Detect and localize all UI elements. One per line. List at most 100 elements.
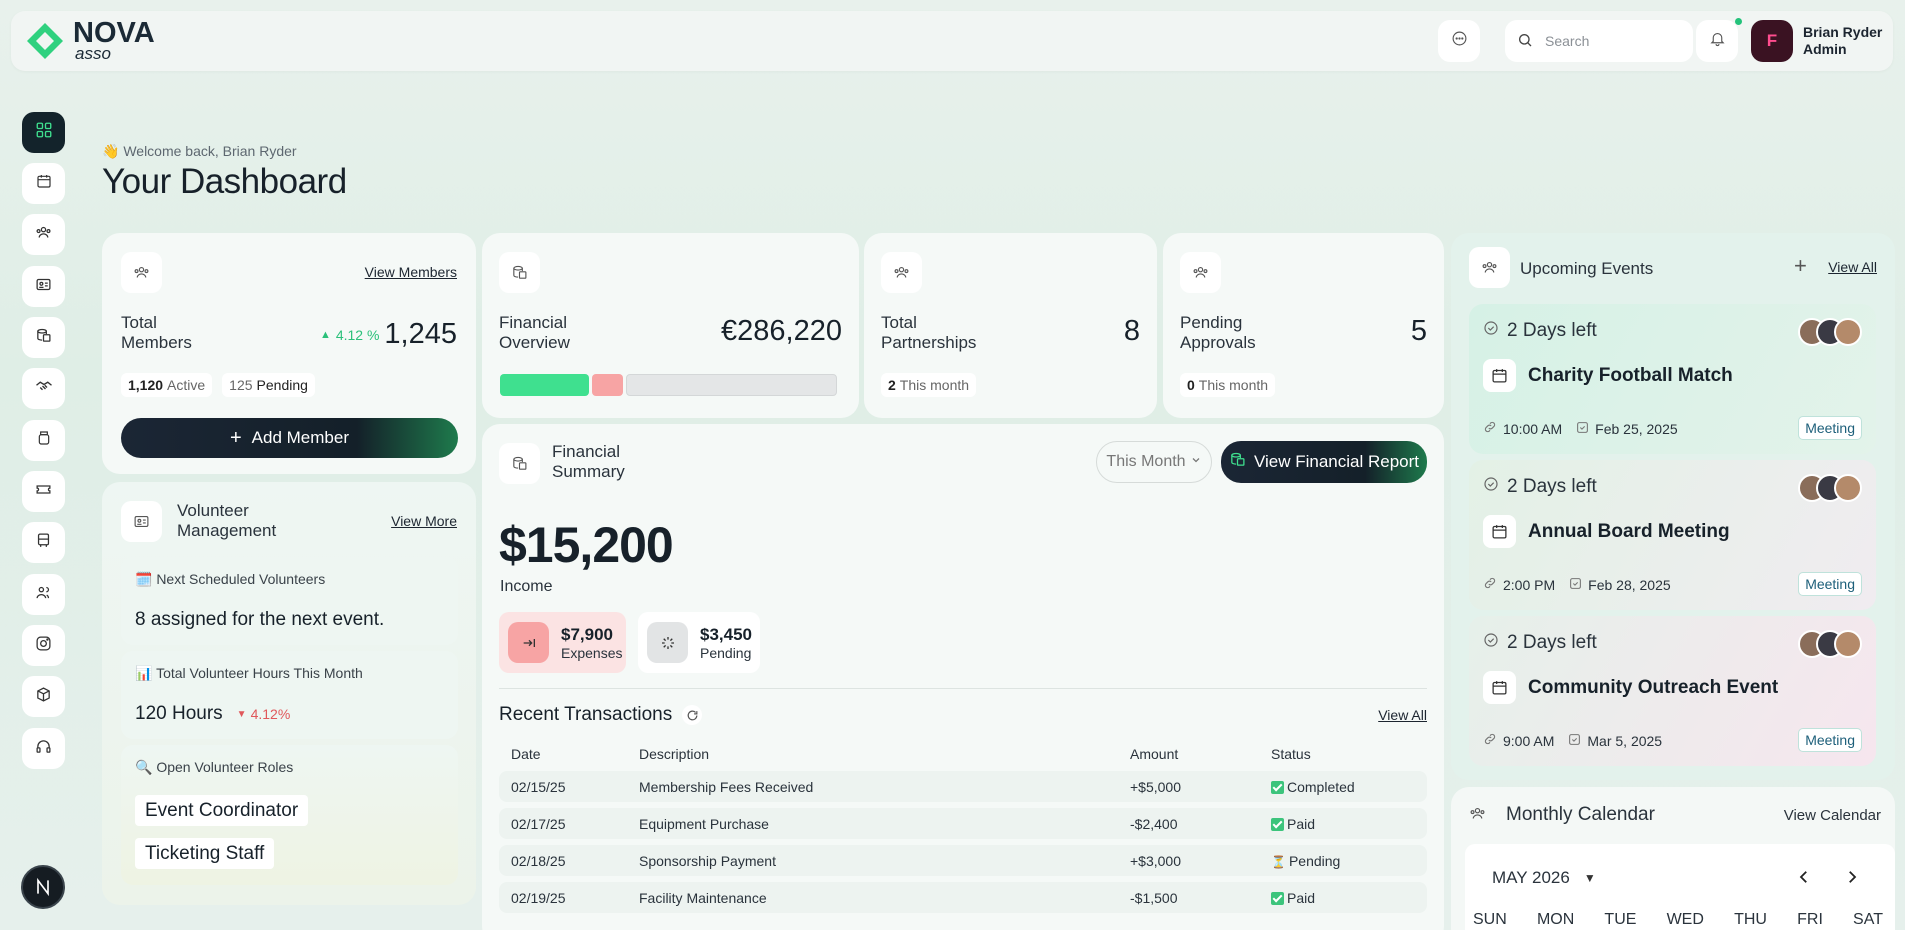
cell-amount: +$3,000	[1130, 845, 1271, 876]
avatar	[1834, 318, 1862, 346]
ticket-icon	[35, 481, 52, 503]
event-name: Annual Board Meeting	[1528, 520, 1730, 542]
sidebar-item-dashboard[interactable]	[22, 112, 65, 153]
sidebar-item-id-cards[interactable]	[22, 266, 65, 307]
calendar-icon	[1483, 359, 1516, 392]
partnerships-month-count: 2	[888, 377, 896, 393]
event-tag: Meeting	[1798, 416, 1862, 440]
cell-date: 02/15/25	[499, 771, 639, 802]
view-members-link[interactable]: View Members	[365, 264, 457, 280]
members-label-1: Total	[121, 313, 157, 332]
cell-amount: -$2,400	[1130, 808, 1271, 839]
period-select[interactable]: This Month	[1096, 441, 1212, 483]
sidebar-item-members[interactable]	[22, 214, 65, 255]
handshake-icon	[35, 377, 53, 400]
event-time: 10:00 AM	[1503, 420, 1563, 437]
table-row[interactable]: 02/17/25 Equipment Purchase -$2,400 Paid	[499, 808, 1427, 839]
members-trend: 4.12 %	[335, 326, 380, 343]
column-header: Date	[511, 746, 541, 762]
user-name: Brian Ryder	[1803, 24, 1883, 40]
volunteer-title-2: Management	[177, 521, 277, 540]
status-text: Completed	[1287, 778, 1355, 795]
event-item[interactable]: 2 Days left Annual Board Meeting 2:00 PM Fe…	[1469, 460, 1876, 610]
table-row[interactable]: 02/15/25 Membership Fees Received +$5,000 C…	[499, 771, 1427, 802]
cell-description: Facility Maintenance	[639, 882, 1130, 913]
logo[interactable]: NOVA asso	[25, 19, 155, 62]
sidebar-item-tickets[interactable]	[22, 471, 65, 512]
table-row[interactable]: 02/19/25 Facility Maintenance -$1,500 Paid	[499, 882, 1427, 913]
link-icon	[1483, 420, 1497, 437]
role-chip[interactable]: Event Coordinator	[135, 795, 309, 826]
attendee-avatars	[1798, 630, 1862, 658]
profile-n-icon[interactable]	[21, 865, 65, 909]
users-icon	[35, 224, 52, 246]
weekday-label: WED	[1666, 911, 1704, 928]
trend-up-icon: ▲	[319, 328, 331, 341]
summary-title-1: Financial	[552, 442, 621, 461]
add-member-button[interactable]: + Add Member	[121, 418, 458, 458]
role-chip[interactable]: Ticketing Staff	[135, 838, 275, 869]
members-value: 1,245	[384, 318, 457, 350]
sidebar-item-calendar[interactable]	[22, 163, 65, 204]
partnerships-card: Total Partnerships 8 2 This month	[864, 233, 1157, 418]
sidebar-item-partnerships[interactable]	[22, 368, 65, 409]
plus-icon: +	[229, 427, 242, 449]
status-text: Paid	[1287, 815, 1316, 832]
notifications-button[interactable]	[1696, 18, 1742, 62]
status-text: Paid	[1287, 889, 1316, 906]
event-days-left: 2 Days left	[1507, 476, 1597, 497]
caret-down-icon: ▼	[1583, 871, 1596, 885]
event-item[interactable]: 2 Days left Charity Football Match 10:00 A…	[1469, 304, 1876, 454]
box-icon	[35, 686, 52, 708]
avatar: F	[1751, 20, 1793, 62]
event-tag: Meeting	[1798, 728, 1862, 752]
view-more-link[interactable]: View More	[391, 513, 457, 529]
active-count: 1,120	[128, 377, 164, 393]
add-event-icon[interactable]: +	[1794, 255, 1807, 277]
calendar-body: MAY 2026 ▼ SUN MON TUE WED THU FRI SAT	[1465, 844, 1895, 930]
weekday-label: THU	[1734, 911, 1767, 928]
attendee-avatars	[1798, 318, 1862, 346]
view-calendar-link[interactable]: View Calendar	[1784, 807, 1881, 824]
expenses-stat: $7,900 Expenses	[499, 612, 626, 673]
user-menu[interactable]: F Brian Ryder Admin	[1751, 20, 1882, 62]
event-date: Mar 5, 2025	[1587, 732, 1663, 749]
column-header: Amount	[1130, 746, 1179, 762]
sidebar-item-volunteers[interactable]	[22, 574, 65, 615]
refresh-icon[interactable]	[682, 705, 703, 725]
chevron-right-icon[interactable]	[1843, 868, 1861, 891]
sidebar-item-finance[interactable]	[22, 317, 65, 358]
sidebar-item-instagram[interactable]	[22, 625, 65, 666]
event-item[interactable]: 2 Days left Community Outreach Event 9:00 …	[1469, 616, 1876, 766]
view-financial-report-button[interactable]: View Financial Report	[1221, 441, 1427, 483]
report-label: View Financial Report	[1253, 452, 1420, 471]
expense-arrow-icon	[508, 622, 549, 663]
approvals-label-2: Approvals	[1180, 333, 1256, 352]
finance-icon	[499, 252, 540, 293]
view-all-events-link[interactable]: View All	[1828, 259, 1877, 275]
search-box[interactable]	[1505, 20, 1693, 62]
column-header: Status	[1271, 746, 1311, 762]
chevron-left-icon[interactable]	[1795, 868, 1813, 891]
check-icon	[1271, 780, 1284, 794]
check-icon	[1271, 817, 1284, 831]
month-value: MAY 2026	[1492, 868, 1570, 887]
sidebar-item-support[interactable]	[22, 728, 65, 769]
view-all-transactions-link[interactable]: View All	[1378, 707, 1427, 723]
page-title: Your Dashboard	[102, 162, 347, 201]
add-member-label: Add Member	[251, 428, 349, 447]
clock-check-icon	[1483, 632, 1499, 654]
grid-icon	[35, 121, 53, 144]
messages-button[interactable]	[1438, 20, 1480, 62]
approvals-month-count: 0	[1187, 377, 1195, 393]
bus-icon	[35, 532, 52, 554]
sidebar-item-inventory[interactable]	[22, 676, 65, 717]
table-row[interactable]: 02/18/25 Sponsorship Payment +$3,000 ⏳ Pendi…	[499, 845, 1427, 876]
search-input[interactable]	[1545, 33, 1675, 49]
pending-value: $3,450	[700, 624, 752, 644]
link-icon	[1483, 576, 1497, 593]
sidebar-item-transport[interactable]	[22, 522, 65, 563]
sidebar-item-donations[interactable]	[22, 420, 65, 461]
volunteer-hours-value: 120 Hours	[135, 703, 223, 724]
month-select[interactable]: MAY 2026 ▼	[1492, 868, 1596, 888]
